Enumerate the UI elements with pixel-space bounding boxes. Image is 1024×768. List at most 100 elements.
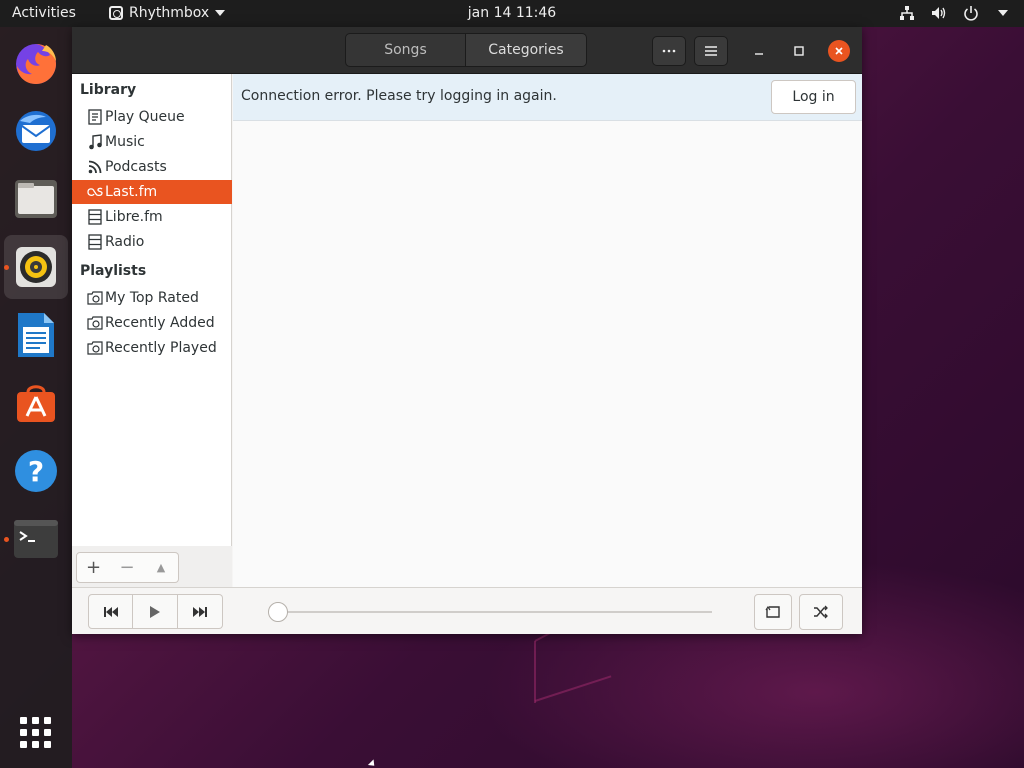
dock: ? (0, 27, 72, 768)
chevron-down-icon (215, 10, 226, 16)
sidebar-item-podcasts[interactable]: Podcasts (72, 155, 232, 179)
sidebar-item-label: Last.fm (105, 184, 158, 200)
player-bar (72, 587, 862, 634)
sidebar-item-lastfm[interactable]: Last.fm (72, 180, 232, 204)
activities-button[interactable]: Activities (12, 5, 76, 21)
sidebar-item-label: Radio (105, 234, 145, 250)
sidebar-item-librefm[interactable]: Libre.fm (72, 205, 232, 229)
ubuntu-software-icon (17, 385, 55, 422)
minimize-button[interactable] (748, 40, 770, 62)
sidebar-item-label: Play Queue (105, 109, 185, 125)
system-tray[interactable] (898, 4, 1012, 22)
smart-playlist-icon (86, 314, 104, 332)
chevron-down-icon[interactable] (994, 4, 1012, 22)
view-switcher: Songs Categories (345, 33, 587, 67)
close-icon (835, 47, 843, 55)
network-icon[interactable] (898, 4, 916, 22)
terminal-launcher[interactable] (4, 507, 68, 571)
add-playlist-button[interactable]: + (76, 552, 111, 583)
library-heading: Library (80, 82, 137, 98)
sidebar-item-label: Music (105, 134, 145, 150)
mouse-cursor (367, 759, 378, 768)
rss-icon (86, 158, 104, 176)
sidebar-item-music[interactable]: Music (72, 130, 232, 154)
sidebar-toolbar: + − ▲ (72, 546, 232, 587)
rhythmbox-icon (16, 247, 56, 287)
previous-button[interactable] (88, 594, 133, 629)
server-icon (86, 208, 104, 226)
playlists-heading: Playlists (80, 263, 147, 279)
sidebar-item-radio[interactable]: Radio (72, 230, 232, 254)
shuffle-icon (814, 605, 828, 619)
minimize-icon (755, 53, 763, 55)
sidebar-item-label: My Top Rated (105, 290, 199, 306)
tab-categories[interactable]: Categories (466, 33, 587, 67)
libreoffice-writer-icon (18, 313, 54, 357)
info-bar: Connection error. Please try logging in … (233, 74, 862, 121)
previous-icon (103, 606, 118, 617)
login-button[interactable]: Log in (771, 80, 856, 114)
firefox-launcher[interactable] (4, 31, 68, 95)
menu-button[interactable] (694, 36, 728, 66)
seek-slider-handle[interactable] (268, 602, 288, 622)
writer-launcher[interactable] (4, 303, 68, 367)
wallpaper-line (534, 641, 536, 703)
play-queue-icon (86, 108, 104, 126)
running-indicator (4, 265, 9, 270)
thunderbird-icon (16, 111, 56, 151)
smart-playlist-icon (86, 339, 104, 357)
rhythmbox-app-icon (109, 6, 123, 20)
play-icon (150, 605, 160, 618)
clock[interactable]: jan 14 11:46 (468, 5, 556, 21)
terminal-icon (14, 520, 58, 558)
playback-controls (88, 594, 223, 629)
top-bar: Activities Rhythmbox jan 14 11:46 (0, 0, 1024, 27)
connection-error-message: Connection error. Please try logging in … (241, 88, 557, 104)
shuffle-button[interactable] (799, 594, 843, 630)
seek-bar[interactable] (278, 611, 712, 613)
next-icon (193, 606, 207, 617)
sidebar-item-recently-played[interactable]: Recently Played (72, 336, 232, 360)
repeat-button[interactable] (754, 594, 792, 630)
lastfm-icon (86, 183, 104, 201)
remove-playlist-button[interactable]: − (110, 552, 145, 583)
grid-icon (20, 717, 27, 724)
sidebar-item-play-queue[interactable]: Play Queue (72, 105, 232, 129)
thunderbird-launcher[interactable] (4, 99, 68, 163)
app-menu-label: Rhythmbox (129, 5, 210, 21)
more-button[interactable] (652, 36, 686, 66)
header-bar: Songs Categories (72, 27, 862, 74)
radio-icon (86, 233, 104, 251)
sidebar: Library Play Queue Music Podcasts Last.f… (72, 74, 232, 587)
repeat-icon (765, 605, 780, 618)
maximize-button[interactable] (788, 40, 810, 62)
smart-playlist-icon (86, 289, 104, 307)
volume-icon[interactable] (930, 4, 948, 22)
close-button[interactable] (828, 40, 850, 62)
tab-songs[interactable]: Songs (345, 33, 466, 67)
help-launcher[interactable]: ? (4, 439, 68, 503)
eject-button[interactable]: ▲ (144, 552, 179, 583)
app-menu[interactable]: Rhythmbox (109, 5, 226, 21)
sidebar-item-label: Recently Added (105, 315, 215, 331)
next-button[interactable] (178, 594, 223, 629)
sidebar-item-my-top-rated[interactable]: My Top Rated (72, 286, 232, 310)
rhythmbox-launcher[interactable] (4, 235, 68, 299)
power-icon[interactable] (962, 4, 980, 22)
show-apps-button[interactable] (20, 717, 52, 749)
running-indicator (4, 537, 9, 542)
software-launcher[interactable] (4, 371, 68, 435)
music-note-icon (86, 133, 104, 151)
help-icon: ? (15, 450, 57, 492)
files-icon (15, 180, 57, 218)
play-button[interactable] (133, 594, 178, 629)
main-content: Connection error. Please try logging in … (233, 74, 862, 587)
sidebar-item-label: Libre.fm (105, 209, 163, 225)
files-launcher[interactable] (4, 167, 68, 231)
menu-icon (705, 46, 717, 56)
sidebar-item-recently-added[interactable]: Recently Added (72, 311, 232, 335)
more-icon (662, 49, 676, 53)
firefox-icon (16, 44, 56, 84)
svg-text:?: ? (28, 455, 44, 488)
sidebar-item-label: Recently Played (105, 340, 217, 356)
